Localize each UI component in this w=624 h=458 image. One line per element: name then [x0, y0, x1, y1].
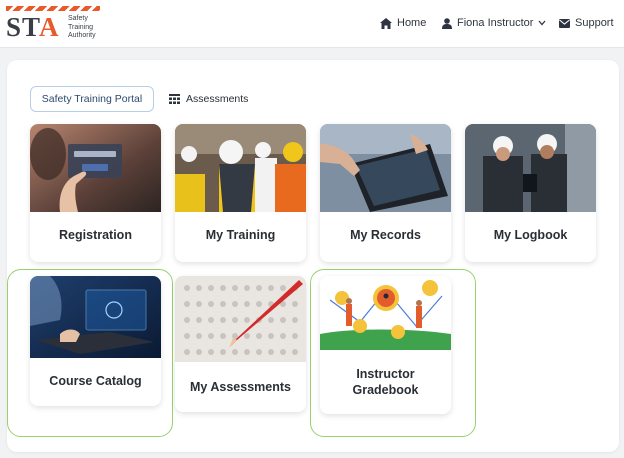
- tile-instructor-gradebook-line2: Gradebook: [352, 383, 419, 397]
- tab-assessments[interactable]: Assessments: [169, 86, 248, 112]
- tile-registration[interactable]: Registration: [30, 124, 161, 262]
- tab-safety-training-portal[interactable]: Safety Training Portal: [30, 86, 154, 112]
- nav-user-label: Fiona Instructor: [457, 17, 534, 29]
- assessments-grid-icon: [169, 94, 180, 104]
- tile-my-training-label: My Training: [205, 228, 276, 242]
- logo-tagline: Safety Training Authority: [68, 15, 96, 39]
- nav-home-link[interactable]: Home: [380, 15, 426, 31]
- tile-my-assessments-label: My Assessments: [190, 380, 291, 394]
- tile-my-logbook-label: My Logbook: [493, 228, 568, 242]
- tile-instructor-gradebook[interactable]: Instructor Gradebook: [320, 276, 451, 414]
- top-navigation-bar: STA Safety Training Authority Home Fiona…: [0, 0, 624, 48]
- tab-portal-label: Safety Training Portal: [41, 93, 143, 105]
- tile-course-catalog-label: Course Catalog: [49, 374, 142, 388]
- course-catalog-image: [30, 276, 161, 358]
- tile-my-records[interactable]: My Records: [320, 124, 451, 262]
- home-icon: [380, 17, 392, 29]
- chevron-down-icon: [538, 20, 546, 26]
- nav-home-label: Home: [397, 17, 427, 29]
- envelope-icon: [559, 18, 570, 28]
- tile-instructor-gradebook-label: Instructor Gradebook: [320, 366, 451, 398]
- instructor-gradebook-image: [320, 276, 451, 350]
- logo-hazard-stripe: [6, 6, 100, 11]
- tile-my-logbook[interactable]: My Logbook: [465, 124, 596, 262]
- my-assessments-image: [175, 276, 306, 362]
- tile-course-catalog[interactable]: Course Catalog: [30, 276, 161, 406]
- nav-support-link[interactable]: Support: [559, 15, 614, 31]
- my-training-image: [175, 124, 306, 212]
- tile-my-records-label: My Records: [350, 228, 421, 242]
- registration-image: [30, 124, 161, 212]
- nav-user-menu[interactable]: Fiona Instructor: [442, 15, 546, 31]
- sta-logo[interactable]: STA Safety Training Authority: [6, 6, 102, 42]
- tile-instructor-gradebook-line1: Instructor: [356, 367, 415, 381]
- tile-registration-label: Registration: [59, 228, 132, 242]
- logo-mark: STA: [6, 12, 60, 42]
- my-logbook-image: [465, 124, 596, 212]
- tile-my-training[interactable]: My Training: [175, 124, 306, 262]
- tile-my-assessments[interactable]: My Assessments: [175, 276, 306, 412]
- nav-support-label: Support: [575, 17, 614, 29]
- tab-assessments-label: Assessments: [186, 93, 249, 105]
- user-icon: [442, 17, 452, 29]
- my-records-image: [320, 124, 451, 212]
